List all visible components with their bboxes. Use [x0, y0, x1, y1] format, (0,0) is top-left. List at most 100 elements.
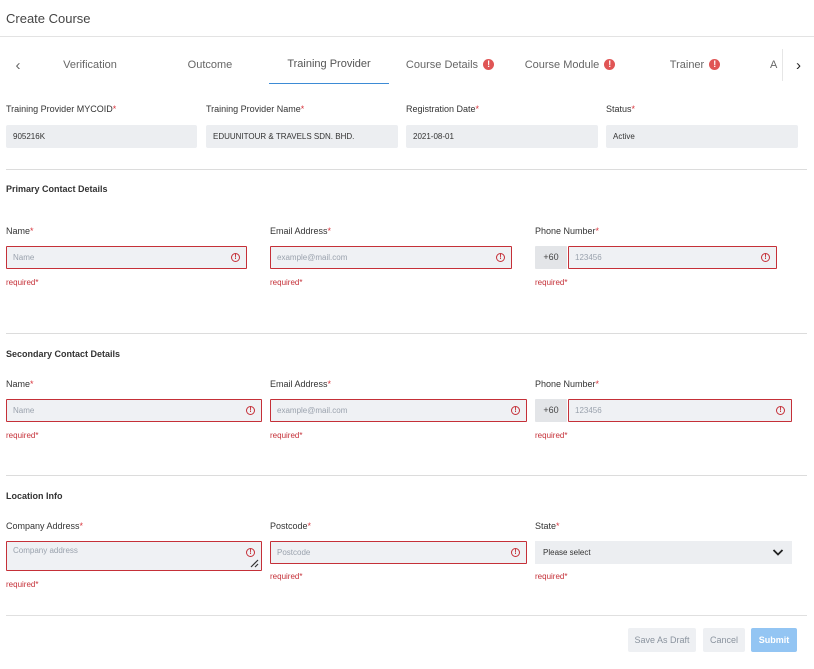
error-icon: ! — [776, 406, 785, 415]
dialog-header: Create Course — [0, 0, 814, 37]
location-info-title: Location Info — [6, 491, 63, 501]
placeholder: 123456 — [575, 253, 602, 262]
placeholder: Company address — [13, 546, 78, 555]
company-address-textarea[interactable]: Company address ! — [6, 541, 262, 571]
provider-name-field: EDUUNITOUR & TRAVELS SDN. BHD. — [206, 125, 398, 148]
error-icon: ! — [231, 253, 240, 262]
label-text: Name — [6, 226, 31, 236]
primary-phone-input[interactable]: 123456! — [568, 246, 777, 269]
error-message: required* — [270, 278, 303, 287]
status-field: Active — [606, 125, 798, 148]
registration-date-label: Registration Date* — [406, 104, 479, 114]
footer-divider — [6, 615, 807, 616]
primary-contact-title: Primary Contact Details — [6, 184, 108, 194]
error-message: required* — [535, 431, 568, 440]
tabs-next-icon[interactable]: › — [782, 49, 814, 81]
primary-name-input[interactable]: Name! — [6, 246, 247, 269]
primary-phone-label: Phone Number* — [535, 226, 599, 236]
page-title: Create Course — [6, 11, 91, 26]
tabs-prev-icon[interactable]: ‹ — [6, 53, 30, 77]
required-mark: * — [300, 104, 305, 114]
error-icon: ! — [246, 406, 255, 415]
postcode-input[interactable]: Postcode! — [270, 541, 527, 564]
state-label: State* — [535, 521, 560, 531]
secondary-email-label: Email Address* — [270, 379, 331, 389]
section-divider — [6, 169, 807, 170]
required-mark: * — [327, 379, 332, 389]
primary-name-label: Name* — [6, 226, 34, 236]
tab-label: Outcome — [187, 58, 233, 71]
tab-training-provider[interactable]: Training Provider — [269, 45, 389, 84]
provider-name-label: Training Provider Name* — [206, 104, 304, 114]
required-mark: * — [556, 521, 560, 531]
select-value: Please select — [543, 548, 591, 557]
tab-verification[interactable]: Verification — [40, 45, 140, 84]
tab-course-details[interactable]: Course Details! — [395, 45, 505, 84]
required-mark: * — [475, 104, 480, 114]
tab-label: Course Details — [405, 58, 479, 71]
warning-icon: ! — [604, 59, 616, 70]
tab-partial[interactable]: A — [770, 45, 782, 84]
label-text: Status — [606, 104, 632, 114]
tab-label: Verification — [63, 58, 117, 71]
label-text: Registration Date — [406, 104, 476, 114]
tab-label: Course Module — [524, 58, 600, 71]
error-message: required* — [6, 580, 39, 589]
label-text: Company Address — [6, 521, 80, 531]
chevron-down-icon — [772, 549, 784, 556]
required-mark: * — [30, 226, 34, 236]
error-message: required* — [535, 278, 568, 287]
required-mark: * — [79, 521, 84, 531]
secondary-phone-input[interactable]: 123456! — [568, 399, 792, 422]
required-mark: * — [307, 521, 312, 531]
tab-label: A — [770, 58, 778, 71]
placeholder: example@mail.com — [277, 253, 348, 262]
postcode-label: Postcode* — [270, 521, 311, 531]
secondary-email-input[interactable]: example@mail.com! — [270, 399, 527, 422]
tab-outcome[interactable]: Outcome — [160, 45, 260, 84]
label-text: Name — [6, 379, 31, 389]
secondary-contact-title: Secondary Contact Details — [6, 349, 121, 359]
label-text: Training Provider MYCOID — [6, 104, 113, 114]
secondary-name-label: Name* — [6, 379, 34, 389]
label-text: Email Address — [270, 379, 328, 389]
required-mark: * — [112, 104, 117, 114]
placeholder: 123456 — [575, 406, 602, 415]
label-text: Email Address — [270, 226, 328, 236]
primary-email-label: Email Address* — [270, 226, 331, 236]
placeholder: Name — [13, 406, 35, 415]
required-mark: * — [595, 226, 600, 236]
error-icon: ! — [761, 253, 770, 262]
secondary-name-input[interactable]: Name! — [6, 399, 262, 422]
secondary-phone-label: Phone Number* — [535, 379, 599, 389]
status-label: Status* — [606, 104, 635, 114]
label-text: Phone Number — [535, 379, 596, 389]
phone-prefix: +60 — [535, 246, 567, 269]
tab-course-module[interactable]: Course Module! — [515, 45, 625, 84]
label-text: Training Provider Name — [206, 104, 301, 114]
tab-label: Trainer — [669, 58, 705, 71]
required-mark: * — [595, 379, 600, 389]
error-icon: ! — [246, 548, 255, 557]
mycoid-label: Training Provider MYCOID* — [6, 104, 116, 114]
step-tabs: ‹ Verification Outcome Training Provider… — [0, 45, 814, 85]
error-message: required* — [270, 431, 303, 440]
section-divider — [6, 333, 807, 334]
warning-icon: ! — [709, 59, 721, 70]
placeholder: Postcode — [277, 548, 311, 557]
primary-email-input[interactable]: example@mail.com! — [270, 246, 512, 269]
error-message: required* — [535, 572, 568, 581]
resize-handle-icon[interactable] — [249, 558, 259, 568]
warning-icon: ! — [483, 59, 495, 70]
cancel-button[interactable]: Cancel — [703, 628, 745, 652]
required-mark: * — [327, 226, 332, 236]
phone-prefix: +60 — [535, 399, 567, 422]
save-draft-button[interactable]: Save As Draft — [628, 628, 696, 652]
tab-trainer[interactable]: Trainer! — [645, 45, 745, 84]
company-address-label: Company Address* — [6, 521, 83, 531]
tab-label: Training Provider — [287, 58, 371, 70]
label-text: Postcode — [270, 521, 308, 531]
submit-button[interactable]: Submit — [751, 628, 797, 652]
error-icon: ! — [511, 548, 520, 557]
state-select[interactable]: Please select — [535, 541, 792, 564]
